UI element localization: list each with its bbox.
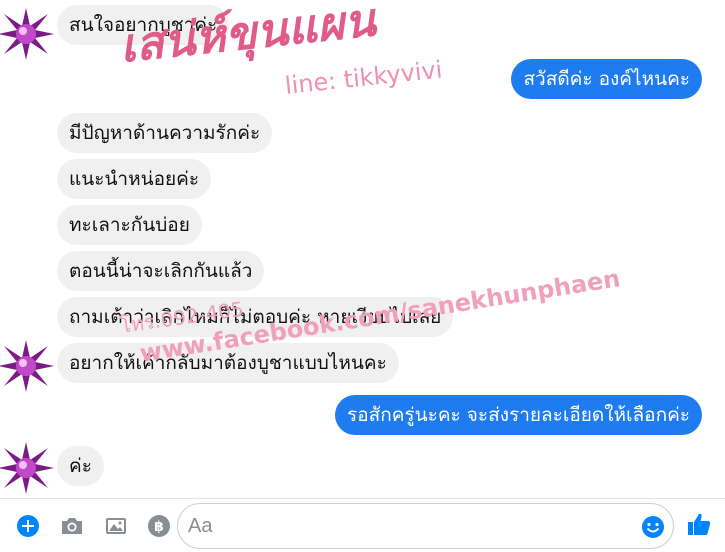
sender-avatar[interactable]: [0, 440, 54, 496]
starburst-avatar-icon: [0, 442, 54, 494]
sender-avatar[interactable]: [0, 338, 54, 394]
camera-button[interactable]: [59, 513, 85, 539]
incoming-message[interactable]: มีปัญหาด้านความรักค่ะ: [57, 113, 273, 153]
message-input-box[interactable]: [177, 503, 674, 549]
incoming-message[interactable]: ค่ะ: [57, 446, 104, 486]
add-icon: [17, 515, 39, 537]
conversation-thread: สนใจอยากบูชาค่ะ สวัสดีค่ะ องค์ไหนคะ มีปั…: [0, 0, 725, 498]
sender-avatar[interactable]: [0, 6, 54, 62]
incoming-message[interactable]: ตอนนี้น่าจะเลิกกันแล้ว: [57, 251, 265, 291]
message-composer: ฿: [0, 498, 725, 552]
camera-icon: [62, 518, 82, 534]
baht-payment-icon: ฿: [148, 515, 170, 537]
outgoing-message[interactable]: สวัสดีค่ะ องค์ไหนคะ: [511, 59, 702, 99]
image-icon: [106, 518, 126, 534]
incoming-message[interactable]: ทะเลาะกันบ่อย: [57, 205, 202, 245]
add-button[interactable]: [15, 513, 41, 539]
emoji-icon[interactable]: [641, 515, 665, 539]
svg-text:฿: ฿: [154, 519, 164, 535]
incoming-message[interactable]: แนะนำหน่อยค่ะ: [57, 159, 212, 199]
payment-button[interactable]: ฿: [146, 513, 172, 539]
starburst-avatar-icon: [0, 8, 54, 60]
gallery-button[interactable]: [103, 513, 129, 539]
like-thumb-icon: [688, 513, 711, 535]
like-button[interactable]: [686, 511, 712, 537]
outgoing-message[interactable]: รอสักครู่นะคะ จะส่งรายละเอียดให้เลือกค่ะ: [335, 395, 702, 435]
message-input[interactable]: [188, 510, 628, 542]
starburst-avatar-icon: [0, 340, 54, 392]
